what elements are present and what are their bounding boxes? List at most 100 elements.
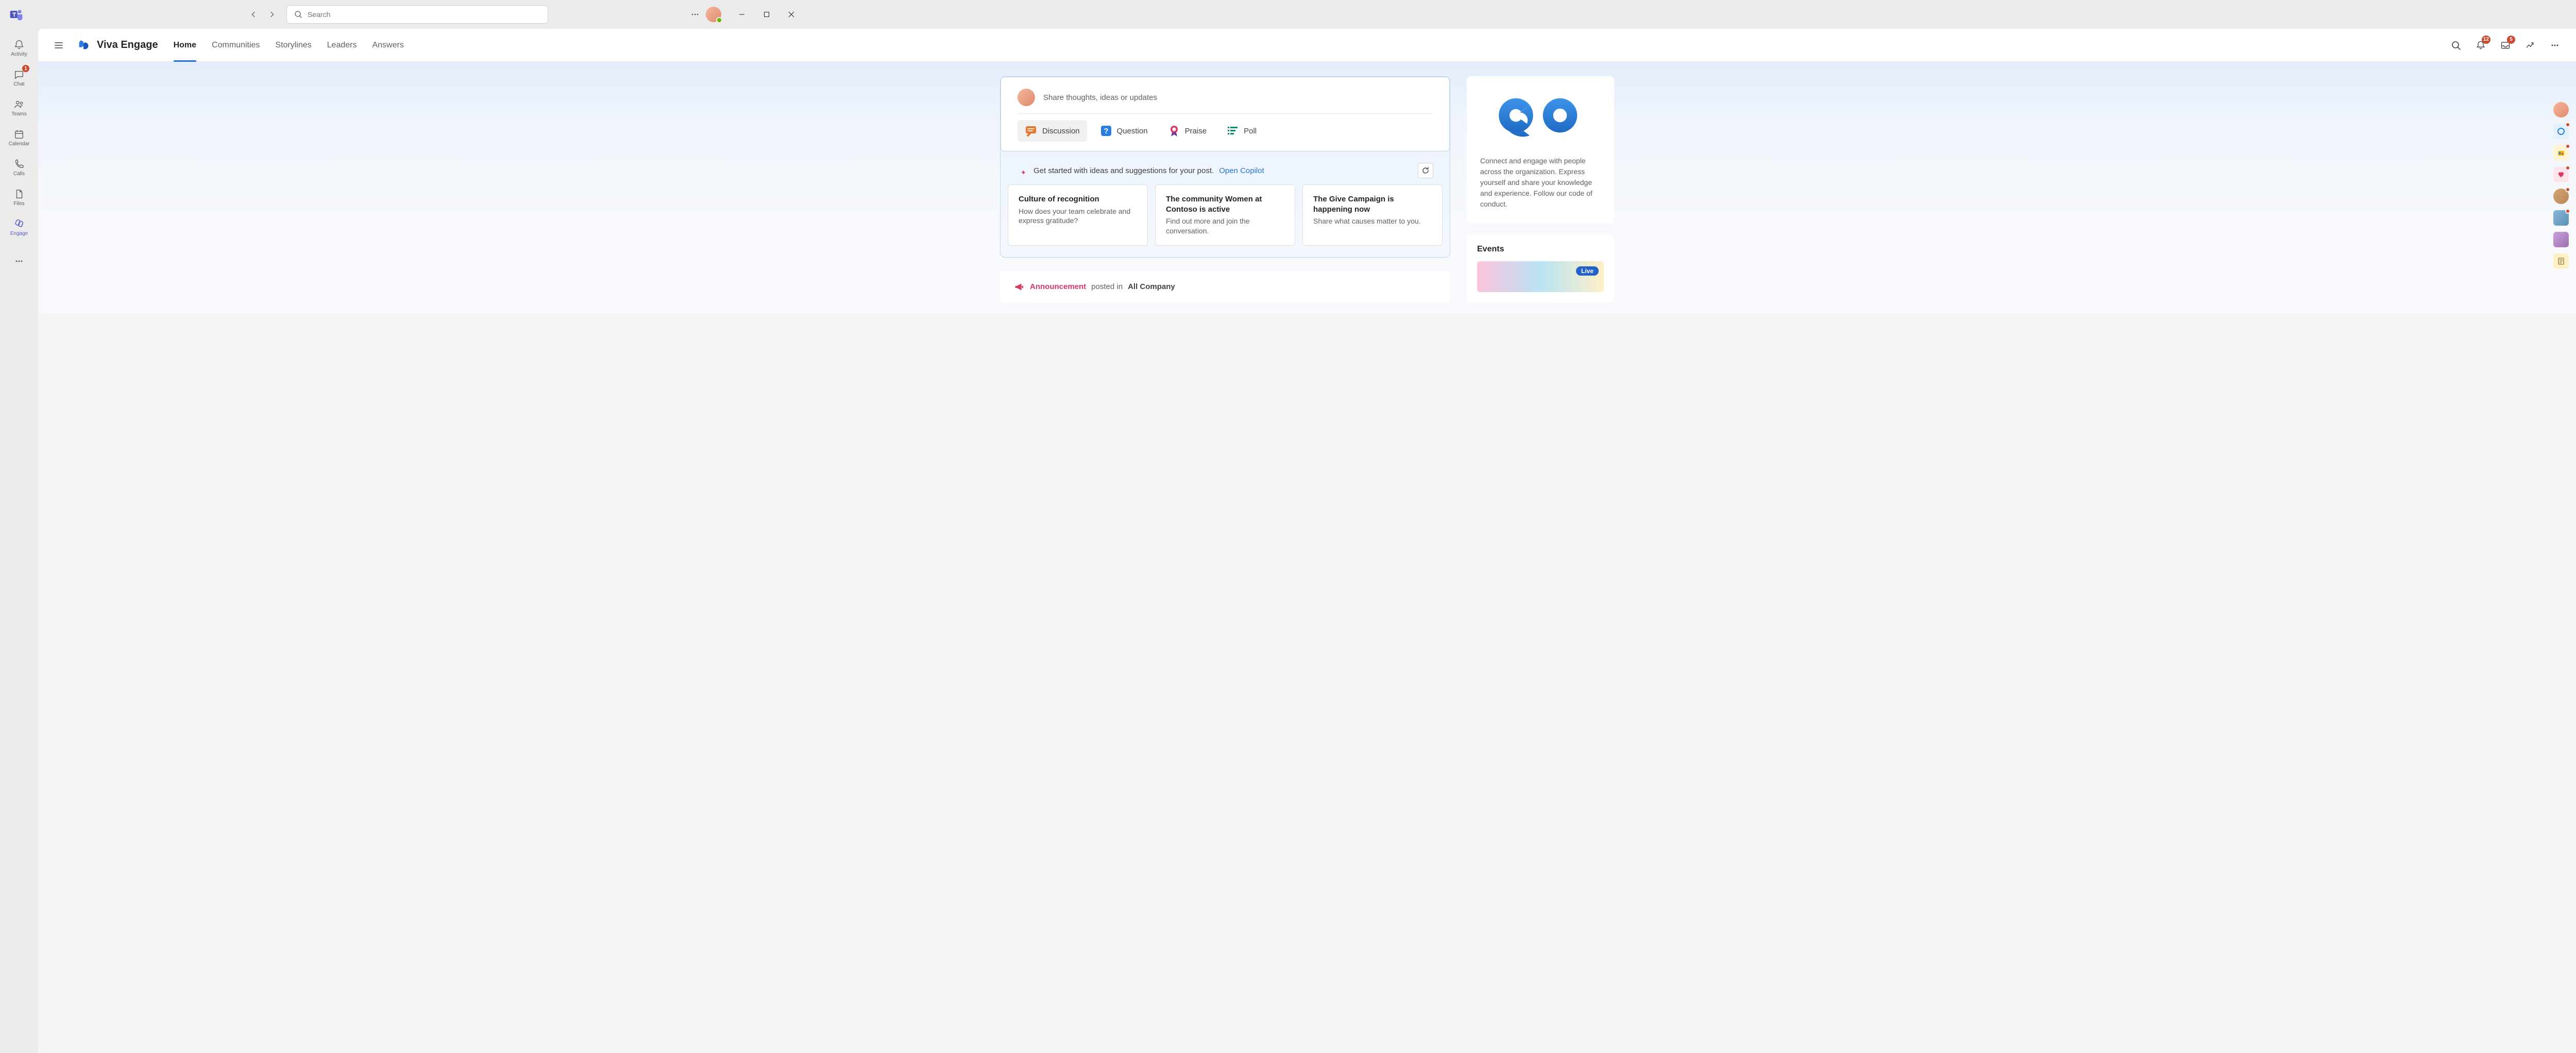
- rail-calendar[interactable]: Calendar: [4, 124, 35, 151]
- compose-input[interactable]: Share thoughts, ideas or updates: [1018, 84, 1433, 114]
- content-scroll[interactable]: Share thoughts, ideas or updates Discuss…: [38, 62, 2576, 314]
- teams-logo-icon: [9, 7, 24, 22]
- right-rail: [2546, 95, 2576, 1053]
- rail-label: Calls: [13, 171, 25, 177]
- tab-leaders[interactable]: Leaders: [327, 29, 357, 62]
- forward-button[interactable]: [264, 6, 280, 23]
- rail-activity[interactable]: Activity: [4, 34, 35, 62]
- suggestion-title: The Give Campaign is happening now: [1313, 194, 1432, 214]
- app-rail: Activity Chat 1 Teams Calendar Calls Fil…: [0, 29, 38, 1053]
- post-type-discussion[interactable]: Discussion: [1018, 120, 1087, 142]
- search-field[interactable]: [308, 10, 540, 19]
- rail-label: Engage: [10, 231, 28, 236]
- post-type-poll[interactable]: Poll: [1219, 120, 1264, 142]
- presence-indicator: [716, 17, 722, 23]
- events-card: Events Live: [1467, 234, 1614, 302]
- nav-arrows: [245, 6, 280, 23]
- post-type-label: Poll: [1244, 127, 1257, 135]
- back-button[interactable]: [245, 6, 262, 23]
- feed-card: Announcement posted in All Company: [1000, 271, 1450, 303]
- copilot-text: Get started with ideas and suggestions f…: [1033, 166, 1214, 175]
- header-more-button[interactable]: [2546, 37, 2564, 54]
- post-type-question[interactable]: ? Question: [1092, 120, 1155, 142]
- inbox-button[interactable]: 5: [2497, 37, 2514, 54]
- praise-icon: [1167, 124, 1181, 138]
- engage-logo: Viva Engage: [76, 38, 158, 53]
- tab-answers[interactable]: Answers: [372, 29, 403, 62]
- rail-calls[interactable]: Calls: [4, 154, 35, 181]
- tab-communities[interactable]: Communities: [212, 29, 260, 62]
- suggestion-title: The community Women at Contoso is active: [1166, 194, 1284, 214]
- refresh-button[interactable]: [1418, 163, 1433, 178]
- header-search-button[interactable]: [2447, 37, 2465, 54]
- suggestion-desc: Share what causes matter to you.: [1313, 216, 1432, 226]
- right-rail-item[interactable]: [2553, 124, 2569, 139]
- suggestion-title: Culture of recognition: [1019, 194, 1137, 205]
- maximize-button[interactable]: [756, 7, 777, 22]
- announce-location[interactable]: All Company: [1128, 282, 1175, 291]
- rail-chat[interactable]: Chat 1: [4, 64, 35, 92]
- suggestion-desc: How does your team celebrate and express…: [1019, 207, 1137, 226]
- hamburger-button[interactable]: [50, 37, 67, 54]
- main-column: Share thoughts, ideas or updates Discuss…: [1000, 76, 1450, 314]
- suggestion-card[interactable]: Culture of recognition How does your tea…: [1008, 184, 1148, 246]
- rail-label: Files: [13, 201, 24, 207]
- event-item[interactable]: Live: [1477, 261, 1604, 292]
- main-area: Viva Engage Home Communities Storylines …: [38, 29, 2576, 1053]
- right-rail-item[interactable]: [2553, 167, 2569, 182]
- content: Share thoughts, ideas or updates Discuss…: [988, 76, 1626, 314]
- compose-section: Share thoughts, ideas or updates Discuss…: [1000, 76, 1450, 258]
- suggestion-card[interactable]: The Give Campaign is happening now Share…: [1302, 184, 1443, 246]
- rail-label: Calendar: [9, 141, 30, 147]
- insights-button[interactable]: [2521, 37, 2539, 54]
- rail-label: Chat: [13, 81, 24, 87]
- suggestions: Culture of recognition How does your tea…: [1001, 184, 1450, 255]
- right-rail-item[interactable]: [2553, 189, 2569, 204]
- chat-badge: 1: [22, 65, 29, 72]
- right-rail-item[interactable]: [2553, 232, 2569, 247]
- suggestion-desc: Find out more and join the conversation.: [1166, 216, 1284, 236]
- open-copilot-link[interactable]: Open Copilot: [1219, 166, 1264, 175]
- tab-storylines[interactable]: Storylines: [275, 29, 311, 62]
- notifications-button[interactable]: 12: [2472, 37, 2489, 54]
- right-rail-item[interactable]: [2553, 145, 2569, 161]
- search-container: [286, 5, 548, 24]
- announcement-icon: [1013, 281, 1025, 293]
- right-rail-user[interactable]: [2553, 102, 2569, 117]
- search-icon: [294, 10, 302, 19]
- live-badge: Live: [1576, 266, 1599, 276]
- rail-label: Activity: [11, 52, 27, 57]
- search-input[interactable]: [286, 5, 548, 24]
- rail-files[interactable]: Files: [4, 183, 35, 211]
- announce-label: Announcement: [1030, 282, 1086, 291]
- right-rail-item[interactable]: [2553, 210, 2569, 226]
- header-right: 12 5: [2447, 37, 2564, 54]
- suggestion-card[interactable]: The community Women at Contoso is active…: [1155, 184, 1295, 246]
- engage-logo-icon: [76, 38, 92, 53]
- question-icon: ?: [1099, 124, 1113, 138]
- compose-placeholder: Share thoughts, ideas or updates: [1043, 93, 1157, 102]
- user-avatar[interactable]: [706, 7, 721, 22]
- about-text: Connect and engage with people across th…: [1480, 156, 1601, 210]
- org-logo: [1480, 90, 1601, 141]
- inbox-badge: 5: [2507, 36, 2515, 44]
- header-tabs: Home Communities Storylines Leaders Answ…: [174, 29, 404, 62]
- right-rail-item[interactable]: [2553, 253, 2569, 269]
- rail-teams[interactable]: Teams: [4, 94, 35, 122]
- poll-icon: [1226, 124, 1240, 138]
- about-card: Connect and engage with people across th…: [1467, 76, 1614, 223]
- compose-avatar: [1018, 89, 1035, 106]
- copilot-prompt: Get started with ideas and suggestions f…: [1001, 157, 1450, 184]
- close-button[interactable]: [781, 7, 802, 22]
- rail-more[interactable]: [4, 247, 35, 275]
- notif-badge: 12: [2482, 36, 2490, 44]
- post-type-label: Question: [1117, 127, 1148, 135]
- tab-home[interactable]: Home: [174, 29, 196, 62]
- rail-engage[interactable]: Engage: [4, 213, 35, 241]
- app-title: Viva Engage: [97, 39, 158, 51]
- more-icon[interactable]: [690, 10, 700, 19]
- post-type-praise[interactable]: Praise: [1160, 120, 1214, 142]
- post-types: Discussion ? Question Praise: [1018, 114, 1433, 144]
- minimize-button[interactable]: [732, 7, 752, 22]
- title-bar: [0, 0, 810, 29]
